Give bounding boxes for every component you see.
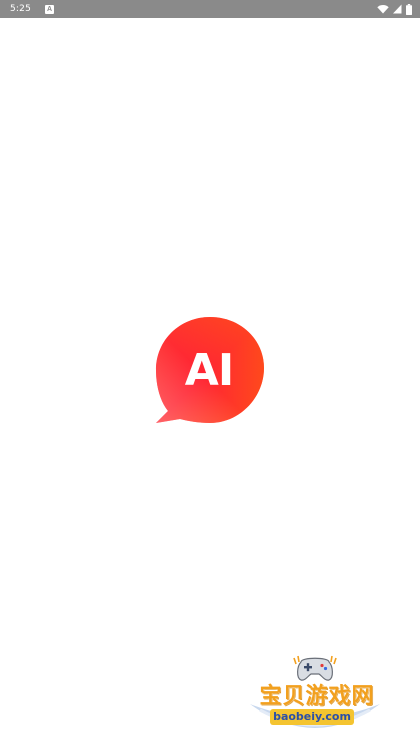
- wifi-icon: [377, 4, 389, 14]
- watermark-title: 宝贝游戏网: [259, 684, 375, 709]
- cell-signal-icon: [393, 4, 402, 14]
- status-icons: [377, 3, 412, 15]
- app-logo-text: AI: [184, 345, 234, 396]
- splash-screen: 5:25 A AI 宝贝游戏网 baobeiy.com: [0, 0, 420, 746]
- status-time: 5:25: [10, 4, 32, 14]
- battery-icon: [406, 3, 412, 15]
- watermark-logo: 宝贝游戏网 baobeiy.com: [240, 652, 390, 742]
- status-bar: 5:25 A: [0, 0, 420, 18]
- notification-icon: A: [45, 4, 55, 14]
- watermark-domain: baobeiy.com: [270, 709, 354, 725]
